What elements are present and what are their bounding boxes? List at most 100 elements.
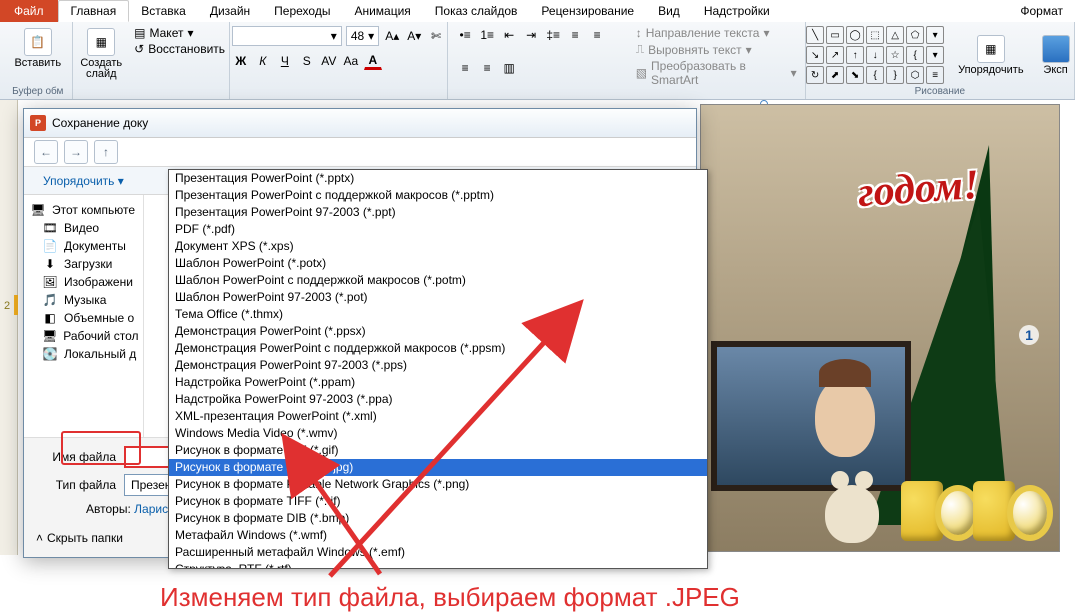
export-button[interactable]: Эксп	[1038, 33, 1074, 78]
tab-home[interactable]: Главная	[58, 0, 130, 22]
new-slide-button[interactable]: ▦ Создать слайд	[76, 26, 126, 82]
text-direction-button[interactable]: ↕Направление текста ▾	[636, 26, 797, 40]
tree-label: Объемные о	[64, 311, 134, 325]
align-left-icon[interactable]: ≡	[566, 26, 584, 44]
filetype-option[interactable]: PDF (*.pdf)	[169, 221, 707, 238]
grow-font-icon[interactable]: A▴	[383, 27, 401, 45]
restore-icon: ↺	[134, 42, 144, 56]
tab-addins[interactable]: Надстройки	[692, 0, 782, 22]
folder-tree[interactable]: 🖥Этот компьюте 🎞Видео 📄Документы ⬇Загруз…	[24, 195, 144, 437]
video-icon: 🎞	[42, 221, 58, 235]
linespacing-icon[interactable]: ‡≡	[544, 26, 562, 44]
paste-button[interactable]: 📋 Вставить	[10, 26, 65, 71]
new-slide-icon: ▦	[87, 28, 115, 56]
columns-icon[interactable]: ▥	[500, 59, 518, 77]
case-icon[interactable]: Aa	[342, 52, 360, 70]
hide-folders-button[interactable]: ˄Скрыть папки	[36, 531, 123, 545]
up-button[interactable]: ↑	[94, 140, 118, 164]
shape-gallery[interactable]: ╲▭◯⬚△⬠▾ ↘↗↑↓☆{▾ ↻⬈⬊{}⬡≡	[806, 26, 944, 84]
annotation-caption: Изменяем тип файла, выбираем формат .JPE…	[160, 582, 740, 613]
smartart-button[interactable]: ▧Преобразовать в SmartArt ▾	[636, 59, 797, 87]
slide-thumbnails-panel: 2	[0, 100, 18, 555]
filetype-option[interactable]: Тема Office (*.thmx)	[169, 306, 707, 323]
export-label: Эксп	[1043, 65, 1067, 76]
tab-review[interactable]: Рецензирование	[529, 0, 646, 22]
organize-label: Упорядочить	[43, 174, 114, 188]
filetype-option[interactable]: Шаблон PowerPoint (*.potx)	[169, 255, 707, 272]
restore-label: Восстановить	[148, 42, 225, 56]
clipboard-group-label: Буфер обм	[12, 86, 63, 99]
align-right-icon[interactable]: ≡	[456, 59, 474, 77]
filetype-label: Тип файла	[36, 478, 116, 492]
3d-icon: ◧	[42, 311, 58, 325]
desktop-icon: 🖥	[42, 329, 57, 343]
slide-number: 2	[4, 300, 10, 312]
tree-item[interactable]: 💽Локальный д	[24, 345, 143, 363]
images-icon: 🖼	[42, 275, 58, 289]
align-center-icon[interactable]: ≡	[588, 26, 606, 44]
bold-icon[interactable]: Ж	[232, 52, 250, 70]
font-size-select[interactable]: 48 ▾	[346, 26, 379, 46]
filetype-option[interactable]: Презентация PowerPoint 97-2003 (*.ppt)	[169, 204, 707, 221]
layout-button[interactable]: ▤Макет ▾	[134, 26, 225, 40]
align-text-label: Выровнять текст	[648, 43, 741, 57]
tab-file[interactable]: Файл	[0, 0, 58, 22]
tree-item[interactable]: 🖥 Рабочий стол	[24, 327, 143, 345]
annotation-arrow-2	[300, 464, 400, 587]
tree-root[interactable]: 🖥Этот компьюте	[24, 201, 143, 219]
font-family-select[interactable]: ▾	[232, 26, 342, 46]
chevron-up-icon: ˄	[36, 531, 43, 545]
align-text-icon: ⎍	[636, 42, 644, 57]
back-button[interactable]: ←	[34, 140, 58, 164]
restore-button[interactable]: ↺ Восстановить	[134, 42, 225, 56]
align-text-button[interactable]: ⎍Выровнять текст ▾	[636, 42, 797, 57]
paste-label: Вставить	[14, 58, 61, 69]
tab-view[interactable]: Вид	[646, 0, 692, 22]
inserted-image[interactable]: годом! 1	[700, 104, 1060, 552]
numbering-icon[interactable]: 1≡	[478, 26, 496, 44]
slide-thumbnail[interactable]	[14, 295, 18, 315]
tree-item[interactable]: 🎵Музыка	[24, 291, 143, 309]
italic-icon[interactable]: К	[254, 52, 272, 70]
channel-logo-icon: 1	[1019, 325, 1039, 345]
tab-insert[interactable]: Вставка	[129, 0, 198, 22]
filetype-option[interactable]: Документ XPS (*.xps)	[169, 238, 707, 255]
underline-icon[interactable]: Ч	[276, 52, 294, 70]
tab-design[interactable]: Дизайн	[198, 0, 262, 22]
disk-icon: 💽	[42, 347, 58, 361]
shrink-font-icon[interactable]: A▾	[405, 27, 423, 45]
new-slide-label: Создать слайд	[80, 58, 122, 80]
forward-button[interactable]: →	[64, 140, 88, 164]
text-direction-icon: ↕	[636, 26, 642, 40]
tab-transitions[interactable]: Переходы	[262, 0, 342, 22]
bullets-icon[interactable]: •≡	[456, 26, 474, 44]
shadow-icon[interactable]: AV	[320, 52, 338, 70]
tree-item[interactable]: ◧ Объемные о	[24, 309, 143, 327]
strike-icon[interactable]: S	[298, 52, 316, 70]
tab-format[interactable]: Формат	[1008, 0, 1075, 22]
clipboard-icon: 📋	[24, 28, 52, 56]
arrange-icon: ▦	[977, 35, 1005, 63]
tree-item[interactable]: ⬇Загрузки	[24, 255, 143, 273]
clear-format-icon[interactable]: ✄	[427, 27, 445, 45]
tree-item[interactable]: 📄Документы	[24, 237, 143, 255]
font-color-icon[interactable]: A	[364, 52, 382, 70]
dialog-title: Сохранение доку	[52, 116, 148, 130]
filetype-option[interactable]: Презентация PowerPoint с поддержкой макр…	[169, 187, 707, 204]
annotation-box	[61, 431, 141, 465]
justify-icon[interactable]: ≡	[478, 59, 496, 77]
slide-canvas[interactable]: годом! 1	[700, 100, 1075, 555]
tree-label: Рабочий стол	[63, 329, 138, 343]
filetype-option[interactable]: Презентация PowerPoint (*.pptx)	[169, 170, 707, 187]
arrange-button[interactable]: ▦ Упорядочить	[954, 33, 1027, 78]
tab-slideshow[interactable]: Показ слайдов	[423, 0, 530, 22]
indent-dec-icon[interactable]: ⇤	[500, 26, 518, 44]
filetype-option[interactable]: Шаблон PowerPoint с поддержкой макросов …	[169, 272, 707, 289]
tree-item[interactable]: 🎞Видео	[24, 219, 143, 237]
indent-inc-icon[interactable]: ⇥	[522, 26, 540, 44]
export-icon	[1042, 35, 1070, 63]
tab-animation[interactable]: Анимация	[342, 0, 422, 22]
organize-button[interactable]: Упорядочить ▾	[34, 170, 133, 192]
filetype-option[interactable]: Шаблон PowerPoint 97-2003 (*.pot)	[169, 289, 707, 306]
tree-item[interactable]: 🖼Изображени	[24, 273, 143, 291]
